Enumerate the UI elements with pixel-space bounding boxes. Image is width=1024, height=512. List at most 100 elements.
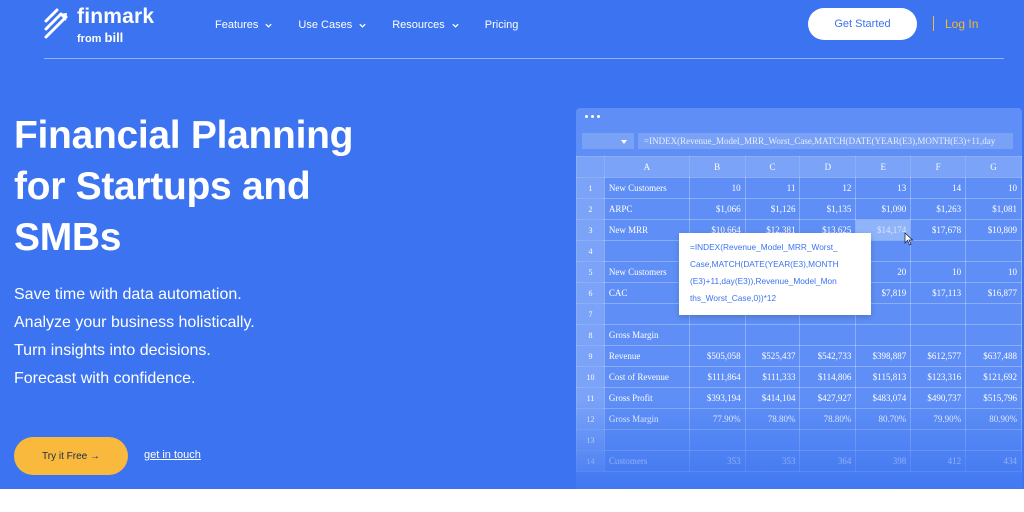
table-cell: $525,437 — [744, 345, 801, 367]
column-header: A — [603, 156, 690, 178]
table-cell — [965, 240, 1022, 262]
nav-item-features[interactable]: Features — [215, 17, 273, 33]
window-dot — [591, 115, 594, 118]
finmark-logo-icon — [44, 8, 68, 39]
table-cell: $114,806 — [799, 366, 857, 388]
row-label-cell: Revenue — [603, 345, 690, 367]
table-cell: 77.90% — [688, 408, 746, 430]
table-cell: $1,081 — [965, 198, 1022, 220]
table-cell — [799, 324, 857, 346]
table-cell: $121,692 — [965, 366, 1022, 388]
brand-logo[interactable]: finmark from bill — [44, 4, 174, 45]
row-number: 5 — [576, 261, 605, 283]
headline-line: for Startups and — [14, 165, 311, 208]
table-cell: $123,316 — [910, 366, 967, 388]
column-header: D — [799, 156, 857, 178]
table-cell: $1,066 — [688, 198, 746, 220]
table-cell: 10 — [965, 261, 1022, 283]
chevron-down-icon — [265, 23, 273, 28]
table-cell: $1,090 — [855, 198, 912, 220]
row-number: 6 — [576, 282, 605, 304]
nav-item-pricing[interactable]: Pricing — [485, 17, 519, 33]
table-cell: $16,877 — [965, 282, 1022, 304]
brand-from-prefix: from — [77, 33, 102, 45]
row-label-cell: Gross Profit — [603, 387, 690, 409]
row-number: 7 — [576, 303, 605, 325]
row-label-cell — [603, 429, 690, 451]
feature-item: Analyze your business holistically. — [14, 314, 255, 331]
table-cell: $1,135 — [799, 198, 857, 220]
brand-name: finmark — [77, 5, 155, 28]
headline-line: Financial Planning — [14, 114, 354, 157]
table-row: 13 — [576, 429, 1022, 451]
table-cell: $10,809 — [965, 219, 1022, 241]
hero-section: finmark from bill Features Use Cases Res… — [0, 0, 1024, 489]
table-cell — [910, 429, 967, 451]
get-started-button[interactable]: Get Started — [808, 8, 917, 40]
row-label-cell: Cost of Revenue — [603, 366, 690, 388]
try-it-free-button[interactable]: Try it Free → — [14, 437, 128, 475]
table-cell: $505,058 — [688, 345, 746, 367]
row-number: 2 — [576, 198, 605, 220]
corner-cell — [576, 156, 605, 178]
column-header: F — [910, 156, 967, 178]
row-number: 1 — [576, 177, 605, 199]
table-cell: 78.80% — [799, 408, 857, 430]
table-cell: $111,333 — [744, 366, 801, 388]
login-link[interactable]: Log In — [945, 17, 978, 31]
formula-tooltip: =INDEX(Revenue_Model_MRR_Worst_ Case,MAT… — [679, 233, 871, 315]
nav-divider — [933, 16, 934, 31]
table-cell — [910, 324, 967, 346]
nav-item-label: Pricing — [484, 19, 519, 31]
table-row: 9 Revenue $505,058 $525,437 $542,733 $398,887… — [576, 345, 1022, 367]
row-label-cell: CAC — [603, 282, 690, 304]
table-row: 10 Cost of Revenue $111,864 $111,333 $114,80… — [576, 366, 1022, 388]
row-number: 11 — [576, 387, 605, 409]
table-cell: 12 — [799, 177, 857, 199]
table-cell: $490,737 — [910, 387, 967, 409]
table-cell: $1,126 — [744, 198, 801, 220]
table-cell — [965, 429, 1022, 451]
row-label-cell: ARPC — [603, 198, 690, 220]
column-header: G — [965, 156, 1022, 178]
table-cell: $115,813 — [855, 366, 912, 388]
table-cell: 434 — [965, 450, 1022, 472]
feature-item: Save time with data automation. — [14, 286, 242, 303]
row-number: 4 — [576, 240, 605, 262]
table-cell — [910, 303, 967, 325]
nav-item-label: Features — [215, 19, 259, 31]
feature-item: Forecast with confidence. — [14, 370, 196, 387]
table-row: 8 Gross Margin — [576, 324, 1022, 346]
row-number: 3 — [576, 219, 605, 241]
row-number: 14 — [576, 450, 605, 472]
nav-item-resources[interactable]: Resources — [392, 17, 460, 33]
table-cell — [688, 324, 746, 346]
table-cell: $393,194 — [688, 387, 746, 409]
table-cell: $17,113 — [910, 282, 967, 304]
table-cell — [744, 324, 801, 346]
row-label-cell: Gross Margin — [603, 408, 690, 430]
table-cell: 14 — [910, 177, 967, 199]
row-label-cell: Customers — [603, 450, 690, 472]
table-cell: 79.90% — [910, 408, 967, 430]
table-cell — [855, 324, 912, 346]
nav-item-label: Use Cases — [298, 19, 353, 31]
row-number: 8 — [576, 324, 605, 346]
table-cell: 353 — [744, 450, 801, 472]
table-cell — [688, 429, 746, 451]
row-label-cell: New Customers — [603, 261, 690, 283]
table-cell — [965, 303, 1022, 325]
table-cell — [799, 429, 857, 451]
table-cell — [744, 429, 801, 451]
table-cell: $17,678 — [910, 219, 967, 241]
window-dot — [597, 115, 600, 118]
table-cell: 398 — [855, 450, 912, 472]
headline-line: SMBs — [14, 216, 122, 259]
nav-item-use-cases[interactable]: Use Cases — [298, 17, 367, 33]
get-in-touch-link[interactable]: get in touch — [144, 449, 201, 461]
table-row: 12 Gross Margin 77.90% 78.80% 78.80% 80.70% 79… — [576, 408, 1022, 430]
row-number: 13 — [576, 429, 605, 451]
caret-down-icon — [621, 140, 627, 144]
row-label-cell — [603, 240, 690, 262]
table-cell: 11 — [744, 177, 801, 199]
